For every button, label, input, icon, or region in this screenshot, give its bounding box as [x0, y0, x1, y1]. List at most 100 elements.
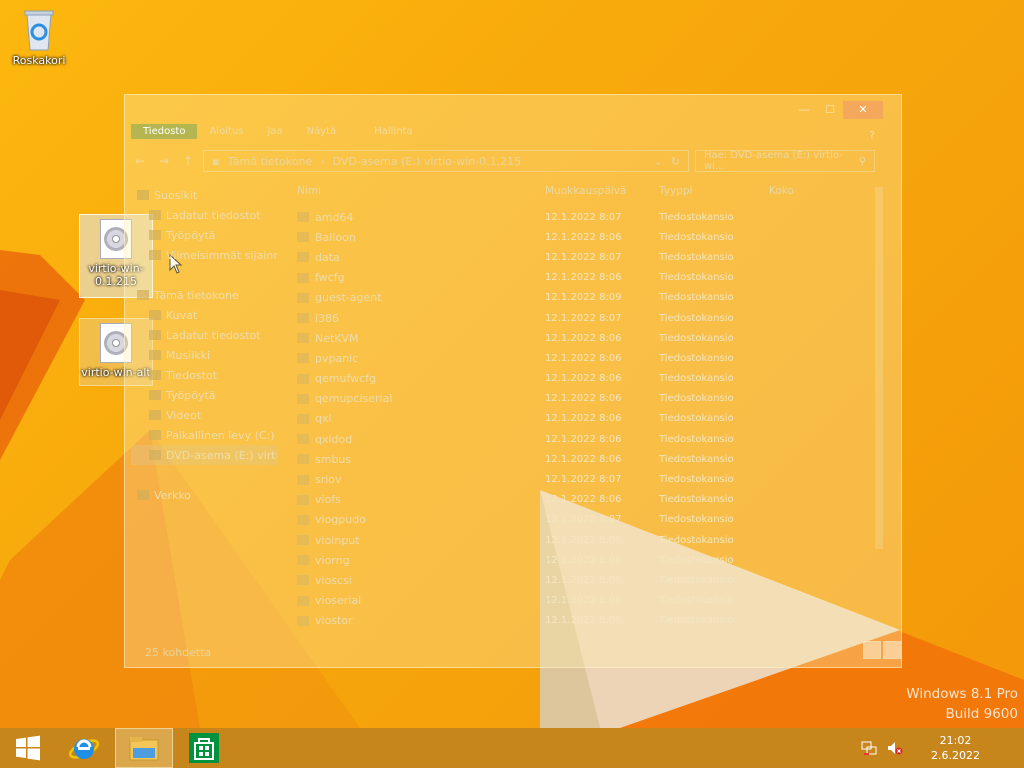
- file-row[interactable]: viorng 12.1.2022 8:06 Tiedostokansio: [297, 550, 857, 570]
- file-type: Tiedostokansio: [659, 332, 734, 344]
- file-row[interactable]: qemupciserial 12.1.2022 8:06 Tiedostokansi…: [297, 389, 857, 409]
- breadcrumb-item[interactable]: DVD-asema (E:) virtio-win-0.1.215: [333, 155, 522, 168]
- file-date: 12.1.2022 8:06: [545, 272, 622, 284]
- file-row[interactable]: pvpanic 12.1.2022 8:06 Tiedostokansio: [297, 348, 857, 368]
- folder-icon: [149, 450, 161, 460]
- folder-icon: [129, 737, 159, 761]
- close-button[interactable]: ✕: [843, 101, 883, 119]
- file-name: qemufwcfg: [315, 372, 377, 386]
- tab-file[interactable]: Tiedosto: [131, 124, 198, 139]
- back-arrow-icon[interactable]: ←: [131, 154, 149, 168]
- explorer-window[interactable]: — ☐ ✕ Tiedosto Aloitus Jaa Näytä Hallint…: [124, 94, 902, 668]
- file-type: Tiedostokansio: [659, 574, 734, 586]
- search-icon: ⚲: [858, 155, 866, 167]
- file-row[interactable]: viogpudo 12.1.2022 8:07 Tiedostokansio: [297, 510, 857, 530]
- file-row[interactable]: amd64 12.1.2022 8:07 Tiedostokansio: [297, 207, 857, 227]
- help-icon[interactable]: ?: [869, 129, 875, 142]
- file-name-cell: guest-agent: [297, 291, 545, 304]
- file-row[interactable]: qxldod 12.1.2022 8:06 Tiedostokansio: [297, 429, 857, 449]
- file-row[interactable]: viofs 12.1.2022 8:06 Tiedostokansio: [297, 490, 857, 510]
- file-name-cell: amd64: [297, 211, 545, 224]
- breadcrumb-item[interactable]: Tämä tietokone: [227, 155, 312, 168]
- file-row[interactable]: data 12.1.2022 8:07 Tiedostokansio: [297, 247, 857, 267]
- start-button[interactable]: [0, 728, 56, 768]
- file-row[interactable]: smbus 12.1.2022 8:06 Tiedostokansio: [297, 449, 857, 469]
- nav-item[interactable]: Suosikit: [131, 185, 277, 205]
- folder-icon: [297, 353, 309, 364]
- chevron-down-icon[interactable]: ⌄: [654, 155, 663, 168]
- folder-icon: [137, 190, 149, 200]
- folder-icon: [297, 615, 309, 626]
- file-date: 12.1.2022 8:07: [545, 251, 622, 263]
- desktop: Roskakori virtio-win-0.1.215 virtio-win-…: [0, 0, 1024, 728]
- details-view-button[interactable]: [863, 641, 881, 659]
- column-size[interactable]: Koko: [769, 185, 849, 197]
- file-row[interactable]: viostor 12.1.2022 8:06 Tiedostokansio: [297, 611, 857, 631]
- file-row[interactable]: qxl 12.1.2022 8:06 Tiedostokansio: [297, 409, 857, 429]
- nav-item[interactable]: Ladatut tiedostot: [131, 205, 277, 225]
- file-row[interactable]: Balloon 12.1.2022 8:06 Tiedostokansio: [297, 227, 857, 247]
- taskbar-file-explorer[interactable]: [115, 728, 173, 768]
- tab-share[interactable]: Jaa: [255, 124, 294, 139]
- taskbar-internet-explorer[interactable]: [56, 728, 112, 768]
- nav-item[interactable]: Kuvat: [131, 305, 277, 325]
- volume-muted-icon[interactable]: [887, 740, 903, 756]
- nav-item[interactable]: Tämä tietokone: [131, 285, 277, 305]
- search-input[interactable]: Hae: DVD-asema (E:) virtio-wi... ⚲: [695, 150, 875, 172]
- file-name: data: [315, 250, 340, 264]
- clock-time: 21:02: [939, 734, 972, 747]
- minimize-button[interactable]: —: [791, 101, 817, 119]
- address-row: ← → ↑ ▪ Tämä tietokone › DVD-asema (E:) …: [131, 149, 875, 173]
- column-date[interactable]: Muokkauspäivä: [545, 185, 659, 197]
- refresh-icon[interactable]: ↻: [671, 155, 680, 168]
- folder-icon: [149, 210, 161, 220]
- nav-item[interactable]: Verkko: [131, 485, 277, 505]
- forward-arrow-icon[interactable]: →: [155, 154, 173, 168]
- column-type[interactable]: Tyyppi: [659, 185, 769, 197]
- clock[interactable]: 21:02 2.6.2022: [931, 733, 980, 763]
- file-date: 12.1.2022 8:06: [545, 554, 622, 566]
- file-row[interactable]: guest-agent 12.1.2022 8:09 Tiedostokansio: [297, 288, 857, 308]
- file-row[interactable]: vioserial 12.1.2022 8:06 Tiedostokansio: [297, 591, 857, 611]
- watermark-edition: Windows 8.1 Pro: [906, 686, 1018, 702]
- nav-item[interactable]: Ladatut tiedostot: [131, 325, 277, 345]
- file-row[interactable]: i386 12.1.2022 8:07 Tiedostokansio: [297, 308, 857, 328]
- file-name: qxldod: [315, 432, 353, 446]
- file-date: 12.1.2022 8:06: [545, 494, 622, 506]
- nav-item[interactable]: Musiikki: [131, 345, 277, 365]
- nav-item[interactable]: Tiedostot: [131, 365, 277, 385]
- nav-item[interactable]: Paikallinen levy (C:): [131, 425, 277, 445]
- tab-view[interactable]: Näytä: [295, 124, 349, 139]
- nav-item[interactable]: Viimeisimmät sijainnit: [131, 245, 277, 265]
- taskbar-store[interactable]: [176, 728, 232, 768]
- file-row[interactable]: vioscsi 12.1.2022 8:06 Tiedostokansio: [297, 570, 857, 590]
- column-headers: Nimi Muokkauspäivä Tyyppi Koko: [297, 185, 857, 197]
- tab-home[interactable]: Aloitus: [197, 124, 255, 139]
- nav-item[interactable]: Työpöytä: [131, 225, 277, 245]
- folder-icon: [137, 290, 149, 300]
- file-row[interactable]: sriov 12.1.2022 8:07 Tiedostokansio: [297, 469, 857, 489]
- nav-item[interactable]: Videot: [131, 405, 277, 425]
- large-icons-view-button[interactable]: [883, 641, 901, 659]
- file-name: smbus: [315, 452, 352, 466]
- folder-icon: [149, 310, 161, 320]
- up-arrow-icon[interactable]: ↑: [179, 154, 197, 168]
- chevron-right-icon: ›: [320, 154, 325, 168]
- nav-item[interactable]: DVD-asema (E:) virtio: [131, 445, 277, 465]
- nav-item-label: Työpöytä: [166, 228, 216, 242]
- network-icon[interactable]: [861, 740, 877, 756]
- tab-manage[interactable]: Hallinta: [362, 124, 424, 139]
- file-type: Tiedostokansio: [659, 413, 734, 425]
- vertical-scrollbar[interactable]: [875, 187, 883, 549]
- recycle-bin[interactable]: Roskakori: [2, 6, 76, 67]
- file-row[interactable]: qemufwcfg 12.1.2022 8:06 Tiedostokansio: [297, 369, 857, 389]
- file-date: 12.1.2022 8:06: [545, 332, 622, 344]
- nav-item[interactable]: Työpöytä: [131, 385, 277, 405]
- file-row[interactable]: fwcfg 12.1.2022 8:06 Tiedostokansio: [297, 268, 857, 288]
- address-bar[interactable]: ▪ Tämä tietokone › DVD-asema (E:) virtio…: [203, 150, 689, 172]
- file-row[interactable]: NetKVM 12.1.2022 8:06 Tiedostokansio: [297, 328, 857, 348]
- column-name[interactable]: Nimi: [297, 185, 545, 197]
- file-name-cell: vioscsi: [297, 574, 545, 587]
- file-row[interactable]: vioinput 12.1.2022 8:06 Tiedostokansio: [297, 530, 857, 550]
- maximize-button[interactable]: ☐: [817, 101, 843, 119]
